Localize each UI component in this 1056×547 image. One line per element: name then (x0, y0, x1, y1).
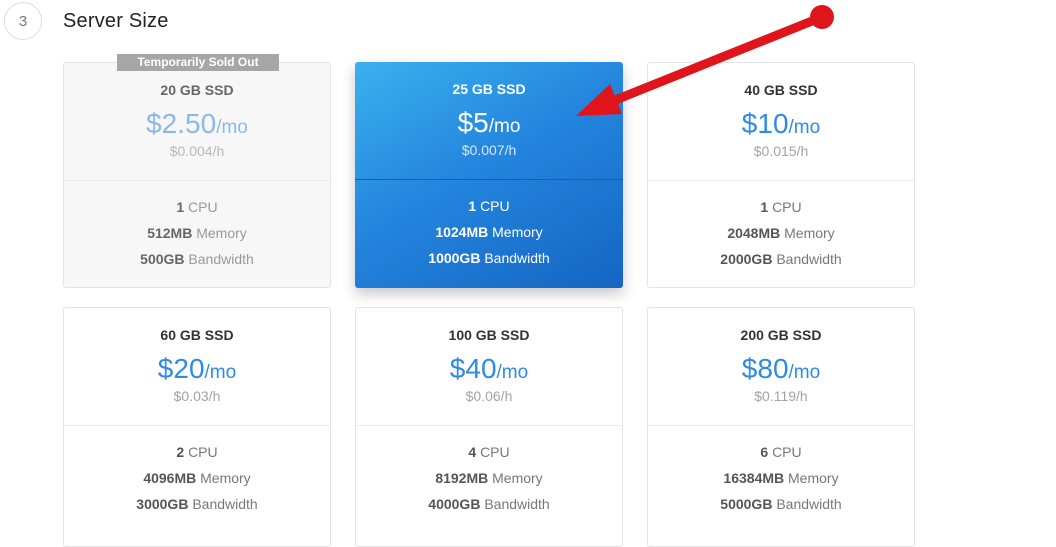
spec-cpu: 6 CPU (760, 444, 802, 460)
spec-bandwidth: 3000GB Bandwidth (136, 496, 258, 512)
spec-bandwidth: 5000GB Bandwidth (720, 496, 842, 512)
spec-bandwidth: 500GB Bandwidth (140, 251, 254, 267)
plan-price: $80/mo (648, 352, 914, 390)
plan-hourly-price: $0.06/h (465, 388, 513, 404)
price-amount: $2.50 (146, 108, 217, 139)
price-amount: $20 (157, 353, 205, 384)
plan-specs: 2 CPU 4096MB Memory 3000GB Bandwidth (64, 426, 330, 522)
price-unit: /mo (204, 362, 237, 383)
plan-name: 20 GB SSD (160, 82, 234, 98)
price-amount: $10 (741, 108, 789, 139)
plan-price: $10/mo (648, 107, 914, 145)
plan-price: $20/mo (64, 352, 330, 390)
plan-card-25gb[interactable]: 25 GB SSD $5/mo $0.007/h 1 CPU 1024MB Me… (355, 62, 623, 288)
spec-bandwidth: 2000GB Bandwidth (720, 251, 842, 267)
spec-memory: 512MB Memory (147, 225, 247, 241)
plan-price: $5/mo (355, 106, 623, 144)
plan-hourly-price: $0.007/h (461, 142, 517, 158)
price-unit: /mo (496, 362, 529, 383)
plan-specs: 1 CPU 512MB Memory 500GB Bandwidth (64, 181, 330, 277)
plan-card-60gb[interactable]: 60 GB SSD $20/mo $0.03/h 2 CPU 4096MB Me… (63, 307, 331, 547)
price-unit: /mo (216, 117, 248, 138)
spec-cpu: 1 CPU (760, 199, 802, 215)
plan-card-20gb[interactable]: 20 GB SSD $2.50/mo $0.004/h 1 CPU 512MB … (63, 62, 331, 288)
spec-memory: 2048MB Memory (727, 225, 835, 241)
plan-price: $40/mo (356, 352, 622, 390)
price-amount: $80 (741, 353, 789, 384)
plan-card-200gb[interactable]: 200 GB SSD $80/mo $0.119/h 6 CPU 16384MB… (647, 307, 915, 547)
plan-name: 100 GB SSD (448, 327, 530, 343)
price-unit: /mo (788, 362, 821, 383)
spec-cpu: 1 CPU (176, 199, 218, 215)
price-unit: /mo (488, 116, 521, 137)
plan-hourly-price: $0.03/h (173, 388, 221, 404)
spec-cpu: 1 CPU (468, 198, 510, 214)
plan-card-40gb[interactable]: 40 GB SSD $10/mo $0.015/h 1 CPU 2048MB M… (647, 62, 915, 288)
plan-hourly-price: $0.119/h (754, 388, 808, 404)
price-amount: $5 (457, 107, 489, 138)
plan-name: 200 GB SSD (740, 327, 822, 343)
plan-name: 40 GB SSD (744, 82, 818, 98)
plan-specs: 1 CPU 1024MB Memory 1000GB Bandwidth (355, 180, 623, 276)
plan-hourly-price: $0.004/h (169, 143, 225, 159)
plan-name: 60 GB SSD (160, 327, 234, 343)
spec-cpu: 4 CPU (468, 444, 510, 460)
price-unit: /mo (788, 117, 821, 138)
spec-memory: 8192MB Memory (435, 470, 543, 486)
spec-memory: 1024MB Memory (435, 224, 543, 240)
plan-card-100gb[interactable]: 100 GB SSD $40/mo $0.06/h 4 CPU 8192MB M… (355, 307, 623, 547)
section-title: Server Size (63, 10, 169, 32)
spec-memory: 16384MB Memory (723, 470, 839, 486)
plan-hourly-price: $0.015/h (753, 143, 809, 159)
plan-specs: 4 CPU 8192MB Memory 4000GB Bandwidth (356, 426, 622, 522)
price-amount: $40 (449, 353, 497, 384)
plan-specs: 1 CPU 2048MB Memory 2000GB Bandwidth (648, 181, 914, 277)
sold-out-badge: Temporarily Sold Out (117, 54, 279, 71)
step-number-badge: 3 (4, 2, 42, 40)
plan-price: $2.50/mo (64, 107, 330, 145)
spec-bandwidth: 1000GB Bandwidth (428, 250, 550, 266)
plan-name: 25 GB SSD (452, 81, 526, 97)
spec-memory: 4096MB Memory (143, 470, 251, 486)
spec-bandwidth: 4000GB Bandwidth (428, 496, 550, 512)
plan-specs: 6 CPU 16384MB Memory 5000GB Bandwidth (648, 426, 914, 522)
spec-cpu: 2 CPU (176, 444, 218, 460)
